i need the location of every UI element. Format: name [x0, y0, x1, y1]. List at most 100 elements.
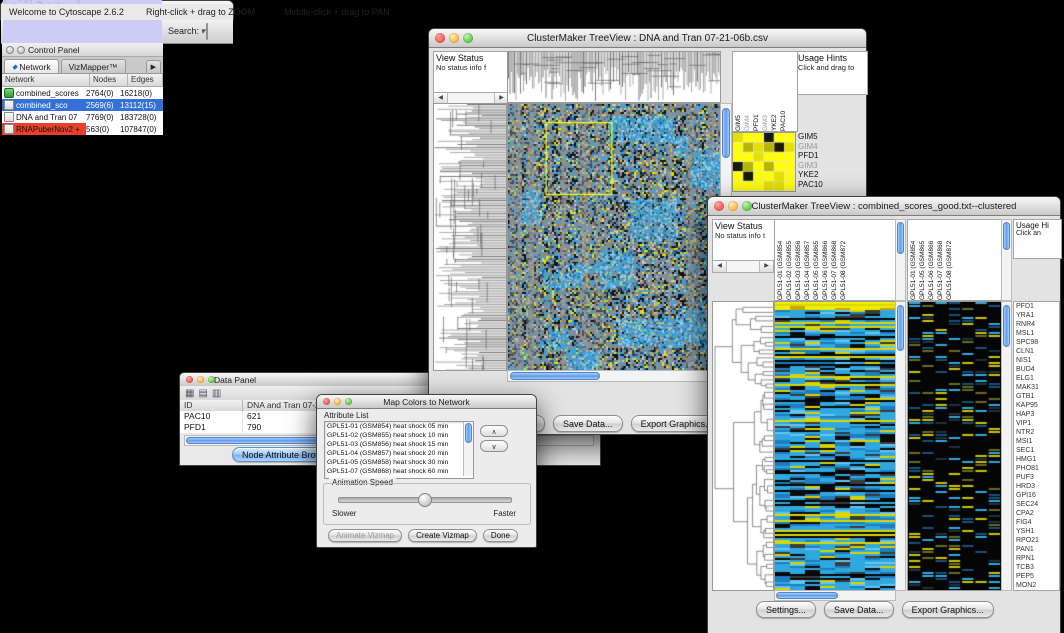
horizontal-scrollbar[interactable] — [774, 590, 896, 601]
zoom-heatmap-canvas[interactable] — [907, 301, 1002, 591]
attribute-listbox[interactable]: GPL51-01 (GSM854) heat shock 05 minGPL51… — [324, 421, 474, 479]
usage-hints-text: Click an — [1016, 230, 1059, 237]
float-panel-icon[interactable] — [6, 46, 14, 54]
close-panel-icon[interactable] — [17, 46, 25, 54]
treeview-combined-titlebar[interactable]: ClusterMaker TreeView : combined_scores_… — [708, 197, 1060, 216]
vertical-scrollbar[interactable] — [895, 219, 906, 301]
vertical-scrollbar[interactable] — [895, 301, 906, 591]
control-panel-header[interactable]: Control Panel — [2, 43, 163, 57]
zoom-button[interactable] — [463, 33, 473, 43]
zoom-button[interactable] — [208, 376, 215, 383]
attribute-item-gpl51-07-gsm868-heat-shock-6[interactable]: GPL51-07 (GSM868) heat shock 60 min — [325, 467, 473, 476]
button-settings[interactable]: Settings... — [756, 601, 816, 618]
create-vizmap-button[interactable]: Create Vizmap — [408, 529, 477, 542]
button-export-graphics[interactable]: Export Graphics... — [902, 601, 994, 618]
move-up-button[interactable]: ∧ — [480, 425, 508, 437]
column-label-gpl51-07-gsm868: GPL51-07 (GSM868 — [937, 220, 946, 300]
vertical-scrollbar[interactable] — [1001, 219, 1012, 301]
view-status-text: No status info t — [715, 231, 773, 240]
gene-label-ntr2: NTR2 — [1014, 428, 1059, 437]
button-save-data[interactable]: Save Data... — [553, 415, 623, 432]
move-down-button[interactable]: ∨ — [480, 440, 508, 452]
network-row-rnapuber[interactable]: RNAPuberNov2 + 563(0) 107847(0) — [2, 123, 163, 135]
view-status-text: No status info f — [436, 63, 508, 72]
column-header-nodes[interactable]: Nodes — [90, 74, 128, 86]
gene-label-fig4: FIG4 — [1014, 518, 1059, 527]
attribute-item-gpl51-04-gsm857-heat-shock-2[interactable]: GPL51-04 (GSM857) heat shock 20 min — [325, 449, 473, 458]
scrollbar-thumb[interactable] — [722, 108, 730, 158]
select-attributes-icon[interactable]: ▦ — [185, 388, 194, 399]
minimize-button[interactable] — [728, 201, 738, 211]
horizontal-scrollbar[interactable] — [507, 370, 721, 382]
column-header-id[interactable]: ID — [180, 400, 243, 411]
scrollbar-thumb[interactable] — [1003, 305, 1010, 347]
zoom-button[interactable] — [742, 201, 752, 211]
status-welcome: Welcome to Cytoscape 2.6.2 — [9, 7, 124, 17]
column-header-network[interactable]: Network — [2, 74, 90, 86]
gene-label-yra1: YRA1 — [1014, 311, 1059, 320]
column-label-yke2: YKE2 — [771, 52, 780, 131]
scrollbar-thumb[interactable] — [897, 305, 904, 351]
animate-vizmap-button[interactable]: Animate Vizmap — [328, 529, 402, 542]
attribute-item-gpl51-03-gsm856-heat-shock-1[interactable]: GPL51-03 (GSM856) heat shock 15 min — [325, 440, 473, 449]
gene-label-cpa2: CPA2 — [1014, 509, 1059, 518]
vertical-scrollbar[interactable] — [1001, 301, 1012, 591]
global-heatmap-canvas[interactable] — [507, 103, 721, 371]
status-scrollbar[interactable]: ◀ ▶ — [712, 260, 774, 273]
column-label-pfd1: PFD1 — [753, 52, 762, 131]
tab-vizmapper[interactable]: VizMapper™ — [61, 59, 126, 73]
zoom-heatmap-canvas[interactable] — [732, 132, 796, 192]
scrollbar-thumb[interactable] — [897, 222, 904, 254]
minimize-button[interactable] — [197, 376, 204, 383]
minimize-button[interactable] — [334, 398, 341, 405]
delete-attribute-icon[interactable]: ▥ — [212, 388, 221, 399]
close-button[interactable] — [714, 201, 724, 211]
attribute-item-gpl51-01-gsm854-heat-shock-0[interactable]: GPL51-01 (GSM854) heat shock 05 min — [325, 422, 473, 431]
network-row-selected[interactable]: combined_sco 2569(6) 13112(15) — [2, 99, 163, 111]
zoom-button[interactable] — [345, 398, 352, 405]
column-label-gpl51-05-gsm865: GPL51-05 (GSM865 — [813, 220, 822, 300]
attribute-item-gpl51-02-gsm855-heat-shock-1[interactable]: GPL51-02 (GSM855) heat shock 10 min — [325, 431, 473, 440]
slider-thumb[interactable] — [418, 493, 432, 507]
row-dendrogram-canvas[interactable] — [433, 103, 507, 371]
close-button[interactable] — [186, 376, 193, 383]
map-colors-titlebar[interactable]: Map Colors to Network — [317, 395, 536, 409]
minimize-button[interactable] — [449, 33, 459, 43]
close-button[interactable] — [323, 398, 330, 405]
desktop-background: Cytoscape Desktop (Session Name: collins… — [0, 0, 1064, 633]
column-label-gpl51-04-gsm857: GPL51-04 (GSM857 — [804, 220, 813, 300]
network-row-combined-scores[interactable]: combined_scores 2764(0) 16218(0) — [2, 87, 163, 99]
attribute-item-gpl51-05-gsm858-heat-shock-3[interactable]: GPL51-05 (GSM858) heat shock 30 min — [325, 458, 473, 467]
status-pan-hint: Middle-click + drag to PAN — [284, 7, 390, 17]
network-icon — [4, 112, 14, 122]
scrollbar-thumb[interactable] — [1003, 222, 1010, 250]
gene-label-sec1: SEC1 — [1014, 446, 1059, 455]
scroll-right-icon[interactable]: ▶ — [759, 261, 773, 272]
column-header-edges[interactable]: Edges — [128, 74, 163, 86]
close-button[interactable] — [435, 33, 445, 43]
column-label-gpl51-02-gsm855: GPL51-02 (GSM855 — [786, 220, 795, 300]
create-attribute-icon[interactable]: ▤ — [198, 388, 207, 399]
button-save-data[interactable]: Save Data... — [824, 601, 894, 618]
tab-network-label: Network — [19, 62, 50, 72]
gene-label-gpi16: GPI16 — [1014, 491, 1059, 500]
done-button[interactable]: Done — [483, 529, 518, 542]
tab-network[interactable]: ◆ Network — [4, 59, 59, 73]
speed-slider[interactable] — [338, 497, 512, 503]
scrollbar-thumb[interactable] — [510, 372, 600, 380]
column-dendrogram-canvas[interactable] — [507, 51, 721, 103]
search-input[interactable]: ▾ — [206, 23, 208, 40]
scrollbar-thumb[interactable] — [465, 423, 472, 443]
network-row-dna-tran[interactable]: DNA and Tran 07 7769(0) 183728(0) — [2, 111, 163, 123]
gene-label-vip1: VIP1 — [1014, 419, 1059, 428]
global-heatmap-canvas[interactable] — [774, 301, 896, 591]
vertical-scrollbar[interactable] — [463, 422, 473, 476]
treeview-dna-titlebar[interactable]: ClusterMaker TreeView : DNA and Tran 07-… — [429, 29, 866, 48]
gene-label-puf3: PUF3 — [1014, 473, 1059, 482]
row-dendrogram-canvas[interactable] — [712, 301, 774, 591]
scroll-left-icon[interactable]: ◀ — [713, 261, 727, 272]
gene-label-mak31: MAK31 — [1014, 383, 1059, 392]
cytoscape-desktop-window: Cytoscape Desktop (Session Name: collins… — [0, 0, 234, 21]
tab-overflow-button[interactable]: ▶ — [146, 60, 161, 73]
scrollbar-thumb[interactable] — [776, 592, 838, 599]
